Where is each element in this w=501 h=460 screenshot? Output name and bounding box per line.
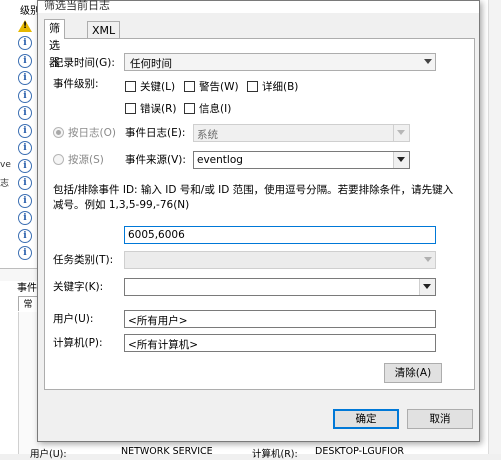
dropdown-button[interactable] — [393, 125, 409, 141]
tab-xml[interactable]: XML — [87, 21, 121, 39]
info-icon: i — [18, 124, 34, 138]
info-icon: i — [18, 71, 34, 85]
verbose-label[interactable]: 详细(B) — [262, 79, 298, 94]
event-level-label: 事件级别: — [53, 78, 99, 90]
checkbox-critical[interactable] — [125, 81, 136, 92]
filter-dialog: 筛选当前日志 筛选器 XML 记录时间(G): 任何时间 事件级别: 关键(L)… — [37, 0, 480, 442]
chevron-down-icon — [423, 284, 431, 289]
info-icon: i — [18, 54, 34, 68]
logged-select[interactable]: 任何时间 — [124, 53, 436, 71]
chevron-down-icon — [424, 257, 432, 262]
error-label[interactable]: 错误(R) — [140, 101, 177, 116]
side-text: 志 — [0, 179, 10, 189]
by-log-label[interactable]: 按日志(O) — [68, 125, 116, 140]
warning-icon: ! — [18, 20, 34, 34]
event-id-input[interactable]: 6005,6006 — [124, 226, 436, 244]
warning-label[interactable]: 警告(W) — [199, 79, 239, 94]
user-value: <所有用户> — [128, 315, 188, 327]
info-icon: i — [18, 106, 34, 120]
checkbox-information[interactable] — [184, 103, 195, 114]
event-logs-value: 系统 — [197, 129, 218, 141]
task-category-label: 任务类别(T): — [53, 254, 114, 266]
chevron-down-icon — [424, 59, 432, 64]
title-bar[interactable]: 筛选当前日志 — [38, 0, 479, 13]
info-icon: i — [18, 159, 34, 173]
scrollbar[interactable] — [488, 0, 501, 454]
checkbox-verbose[interactable] — [247, 81, 258, 92]
event-logs-combo[interactable]: 系统 — [193, 124, 410, 142]
info-icon: i — [18, 176, 34, 190]
chevron-down-icon — [397, 157, 405, 162]
dropdown-button[interactable] — [419, 279, 435, 295]
user-label: 用户(U): — [53, 313, 94, 325]
critical-label[interactable]: 关键(L) — [140, 79, 175, 94]
event-id-value: 6005,6006 — [128, 229, 185, 241]
user-input[interactable]: <所有用户> — [124, 310, 436, 328]
dialog-title: 筛选当前日志 — [44, 0, 110, 12]
computer-label: 计算机(P): — [53, 337, 103, 349]
dropdown-button[interactable] — [393, 152, 409, 168]
info-icon: i — [18, 36, 34, 50]
task-category-select[interactable] — [124, 251, 436, 269]
event-id-description-2: 减号。例如 1,3,5-99,-76(N) — [53, 199, 190, 211]
event-sources-combo[interactable]: eventlog — [193, 151, 410, 169]
info-icon: i — [18, 246, 34, 260]
cancel-button[interactable]: 取消 — [407, 409, 473, 429]
computer-input[interactable]: <所有计算机> — [124, 334, 436, 352]
event-sources-label: 事件来源(V): — [125, 154, 186, 166]
filter-panel: 记录时间(G): 任何时间 事件级别: 关键(L) 警告(W) 详细(B) 错误… — [44, 38, 475, 390]
details-pane — [18, 312, 39, 454]
computer-value: <所有计算机> — [128, 339, 199, 351]
info-icon: i — [18, 194, 34, 208]
tab-filter[interactable]: 筛选器 — [44, 19, 65, 69]
computer-value-bg: DESKTOP-LGUFIOR — [315, 446, 405, 457]
radio-by-source[interactable] — [53, 154, 64, 165]
tab-general[interactable]: 常 — [18, 296, 38, 311]
event-id-description: 包括/排除事件 ID: 输入 ID 号和/或 ID 范围，使用逗号分隔。若要排除… — [53, 184, 454, 196]
logged-label: 记录时间(G): — [53, 57, 115, 69]
user-value-bg: NETWORK SERVICE — [121, 446, 213, 457]
chevron-down-icon — [397, 130, 405, 135]
information-label[interactable]: 信息(I) — [199, 101, 231, 116]
info-icon: i — [18, 89, 34, 103]
keywords-label: 关键字(K): — [53, 281, 104, 293]
keywords-combo[interactable] — [124, 278, 436, 296]
side-text: ve — [0, 160, 11, 170]
ok-button[interactable]: 确定 — [333, 409, 399, 429]
logged-value: 任何时间 — [130, 58, 172, 70]
by-source-label[interactable]: 按源(S) — [68, 152, 104, 167]
info-icon: i — [18, 211, 34, 225]
info-icon: i — [18, 141, 34, 155]
computer-label-bg: 计算机(R): — [252, 449, 298, 460]
radio-by-log[interactable] — [53, 127, 64, 138]
user-label-bg: 用户(U): — [30, 449, 67, 460]
event-details-label: 事件 — [17, 283, 37, 294]
checkbox-warning[interactable] — [184, 81, 195, 92]
event-sources-value: eventlog — [197, 154, 243, 166]
event-logs-label: 事件日志(E): — [125, 127, 186, 139]
checkbox-error[interactable] — [125, 103, 136, 114]
info-icon: i — [18, 229, 34, 243]
clear-button[interactable]: 清除(A) — [384, 363, 442, 383]
